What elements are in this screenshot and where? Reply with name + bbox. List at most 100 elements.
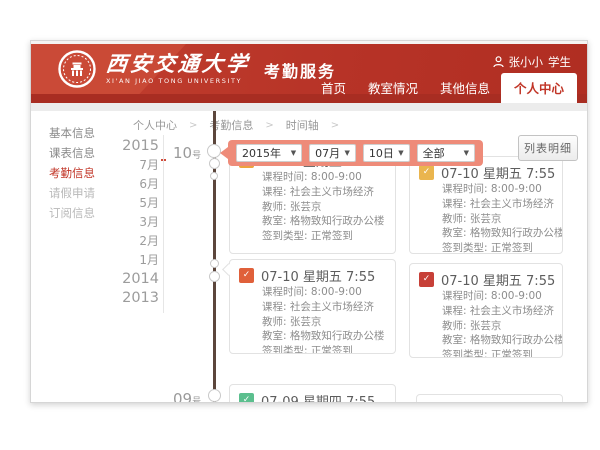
- card-course-time: 课程时间: 8:00-9:00: [442, 289, 553, 304]
- user-icon: [493, 56, 504, 68]
- month-select[interactable]: 07月 ▼: [309, 144, 356, 162]
- day-suffix: 号: [192, 397, 201, 403]
- nav-item-other-info[interactable]: 其他信息: [429, 73, 501, 103]
- sign-type-icon: ✓: [419, 272, 434, 287]
- caret-down-icon: ▼: [398, 149, 403, 157]
- sign-type-icon: ✓: [239, 393, 254, 403]
- screenshot-canvas: 西安交通大学 XI'AN JIAO TONG UNIVERSITY 考勤服务 张…: [0, 0, 600, 450]
- user-menu[interactable]: 张小小 学生: [493, 54, 572, 70]
- day-number: 10: [173, 144, 192, 162]
- card-sign-type: 签到类型: 正常签到: [262, 229, 386, 244]
- sidebar: 基本信息 课表信息 考勤信息 请假申请 订阅信息: [31, 123, 95, 223]
- card-course: 课程: 社会主义市场经济: [442, 304, 553, 319]
- caret-down-icon: ▼: [291, 149, 296, 157]
- nav-item-classrooms[interactable]: 教室情况: [357, 73, 429, 103]
- day-select[interactable]: 10日 ▼: [363, 144, 410, 162]
- university-name-cn: 西安交通大学: [105, 54, 251, 75]
- day-number: 09: [173, 390, 192, 403]
- attendance-card: ✓ 07-10 星期五 7:55 课程时间: 8:00-9:00 课程: 社会主…: [409, 156, 563, 254]
- sidebar-item-subscription-info[interactable]: 订阅信息: [31, 203, 95, 223]
- sidebar-item-schedule-info[interactable]: 课表信息: [31, 143, 95, 163]
- caret-down-icon: ▼: [464, 149, 469, 157]
- list-detail-button[interactable]: 列表明细: [518, 135, 578, 161]
- attendance-card-partial: ✓ 07-09 星期四 7:55: [229, 384, 396, 403]
- sidebar-item-attendance-info[interactable]: 考勤信息: [31, 163, 95, 183]
- year-select-value: 2015年: [242, 145, 281, 161]
- card-classroom: 教室: 格物致知行政办公楼: [262, 214, 386, 229]
- sidebar-item-basic-info[interactable]: 基本信息: [31, 123, 95, 143]
- sign-type-icon: ✓: [419, 165, 434, 180]
- day-label-10: 10号: [173, 143, 201, 162]
- scale-month-jun[interactable]: 6月: [115, 175, 159, 194]
- scale-year-2014[interactable]: 2014: [115, 270, 159, 289]
- card-course-time: 课程时间: 8:00-9:00: [262, 170, 386, 185]
- scale-month-feb[interactable]: 2月: [115, 232, 159, 251]
- attendance-card: ✓ 07-10 星期五 7:55 课程时间: 8:00-9:00 课程: 社会主…: [409, 263, 563, 358]
- card-date: 07-10 星期五 7:55: [441, 270, 555, 289]
- timeline-node: [209, 158, 220, 169]
- user-name: 张小小: [509, 54, 544, 70]
- timeline-node: [210, 172, 218, 180]
- timeline-node: [209, 271, 220, 282]
- user-role: 学生: [548, 54, 571, 70]
- scale-year-2015[interactable]: 2015: [115, 137, 159, 156]
- card-header: ✓ 07-10 星期五 7:55: [239, 266, 386, 285]
- day-label-09: 09号: [173, 389, 201, 403]
- card-classroom: 教室: 格物致知行政办公楼: [262, 329, 386, 344]
- chevron-right-icon: >: [189, 120, 197, 131]
- header-divider-strip: [31, 103, 587, 111]
- card-header: ✓ 07-09 星期四 7:55: [239, 391, 386, 403]
- university-brand: 西安交通大学 XI'AN JIAO TONG UNIVERSITY 考勤服务: [57, 49, 336, 89]
- day-suffix: 号: [192, 151, 201, 161]
- scale-month-may[interactable]: 5月: [115, 194, 159, 213]
- scale-divider: [163, 135, 164, 313]
- attendance-card-partial: [416, 394, 563, 403]
- card-sign-type: 签到类型: 正常签到: [262, 344, 386, 354]
- sidebar-item-leave-request[interactable]: 请假申请: [31, 183, 95, 203]
- chevron-right-icon: >: [265, 120, 273, 131]
- card-date: 07-10 星期五 7:55: [261, 266, 375, 285]
- type-select-value: 全部: [423, 145, 445, 161]
- card-date: 07-09 星期四 7:55: [261, 391, 375, 403]
- card-course-time: 课程时间: 8:00-9:00: [262, 285, 386, 300]
- nav-item-personal-center[interactable]: 个人中心: [501, 73, 577, 103]
- scale-month-mar[interactable]: 3月: [115, 213, 159, 232]
- timeline-scale: 2015 7月 6月 5月 3月 2月 1月 2014 2013: [115, 137, 159, 308]
- scale-month-label: 7月: [139, 158, 159, 172]
- app-header: 西安交通大学 XI'AN JIAO TONG UNIVERSITY 考勤服务 张…: [31, 44, 587, 103]
- breadcrumb-timeline[interactable]: 时间轴: [282, 115, 323, 135]
- card-sign-type: 签到类型: 正常签到: [442, 348, 553, 358]
- card-header: ✓ 07-10 星期五 7:55: [419, 270, 553, 289]
- chevron-right-icon: >: [331, 120, 339, 131]
- timeline-node: [207, 144, 221, 158]
- card-course: 课程: 社会主义市场经济: [262, 185, 386, 200]
- card-classroom: 教室: 格物致知行政办公楼: [442, 226, 553, 241]
- card-teacher: 教师: 张芸京: [262, 315, 386, 330]
- timeline-node: [208, 389, 221, 402]
- sign-type-icon: ✓: [239, 268, 254, 283]
- bubble-arrow: [220, 147, 228, 159]
- card-classroom: 教室: 格物致知行政办公楼: [442, 333, 553, 348]
- timeline-node: [210, 259, 219, 268]
- scale-month-jan[interactable]: 1月: [115, 251, 159, 270]
- breadcrumb-personal-center[interactable]: 个人中心: [129, 115, 181, 135]
- card-teacher: 教师: 张芸京: [442, 319, 553, 334]
- filter-bubble: 2015年 ▼ 07月 ▼ 10日 ▼ 全部 ▼: [228, 140, 483, 166]
- year-select[interactable]: 2015年 ▼: [236, 144, 302, 162]
- card-sign-type: 签到类型: 正常签到: [442, 241, 553, 254]
- scale-year-2013[interactable]: 2013: [115, 289, 159, 308]
- app-window: 西安交通大学 XI'AN JIAO TONG UNIVERSITY 考勤服务 张…: [30, 40, 588, 403]
- breadcrumb: 个人中心 > 考勤信息 > 时间轴 >: [129, 115, 347, 135]
- type-select[interactable]: 全部 ▼: [417, 144, 475, 162]
- card-teacher: 教师: 张芸京: [262, 200, 386, 215]
- attendance-card: ✓ 07-10 星期五 7:55 课程时间: 8:00-9:00 课程: 社会主…: [229, 259, 396, 354]
- scale-month-jul[interactable]: 7月: [115, 156, 159, 175]
- caret-down-icon: ▼: [344, 149, 349, 157]
- card-course: 课程: 社会主义市场经济: [262, 300, 386, 315]
- card-teacher: 教师: 张芸京: [442, 212, 553, 227]
- university-name: 西安交通大学 XI'AN JIAO TONG UNIVERSITY: [106, 54, 250, 85]
- day-select-value: 10日: [369, 145, 394, 161]
- university-logo-icon: [57, 49, 97, 89]
- nav-item-home[interactable]: 首页: [310, 73, 357, 103]
- card-course-time: 课程时间: 8:00-9:00: [442, 182, 553, 197]
